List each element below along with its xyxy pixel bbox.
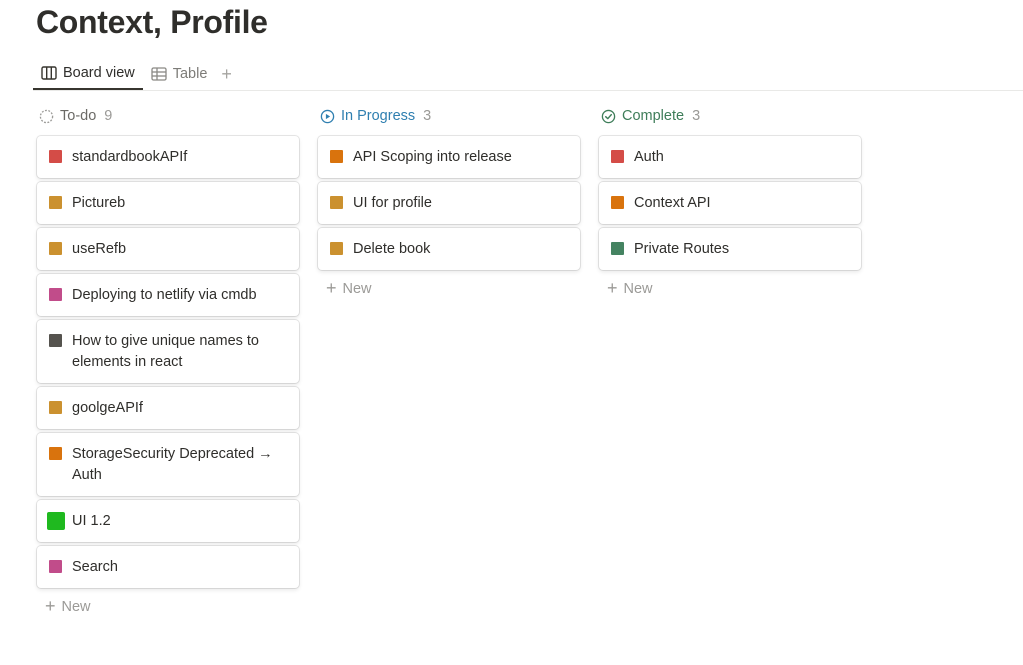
plus-icon: +: [45, 595, 56, 616]
color-square-icon: [49, 401, 62, 414]
card-title: API Scoping into release: [353, 149, 512, 165]
color-square-icon: [330, 242, 343, 255]
column-title: In Progress: [341, 108, 416, 124]
complete-status-icon: [601, 109, 616, 124]
new-label: New: [342, 281, 372, 297]
new-label: New: [61, 599, 91, 615]
card-title: Delete book: [353, 241, 431, 257]
board-card[interactable]: Auth: [599, 136, 861, 178]
column-header-in-progress: In Progress 3: [318, 104, 580, 128]
card-title: goolgeAPIf: [72, 400, 143, 416]
card-title: Context API: [634, 195, 711, 211]
card-title: StorageSecurity Deprecated → Auth: [72, 446, 273, 483]
color-square-icon: [611, 196, 624, 209]
color-square-icon: [330, 196, 343, 209]
color-square-icon: [611, 242, 624, 255]
tab-table[interactable]: Table: [143, 59, 216, 90]
color-square-icon: [611, 150, 624, 163]
new-card-button-in-progress[interactable]: + New: [318, 274, 580, 304]
column-todo: To-do 9 standardbookAPIf Pictureb useRefb D…: [37, 104, 299, 622]
card-title: Auth: [634, 149, 664, 165]
color-square-icon: [49, 196, 62, 209]
card-title: Pictureb: [72, 195, 126, 211]
card-title: UI 1.2: [72, 513, 111, 529]
color-square-icon: [47, 512, 65, 530]
color-square-icon: [49, 334, 62, 347]
new-card-button-complete[interactable]: + New: [599, 274, 861, 304]
column-in-progress: In Progress 3 API Scoping into release UI…: [318, 104, 580, 622]
todo-status-icon: [39, 109, 54, 124]
color-square-icon: [49, 560, 62, 573]
column-title: Complete: [622, 108, 685, 124]
column-count: 9: [104, 108, 113, 124]
card-title: Private Routes: [634, 241, 730, 257]
add-view-button[interactable]: +: [215, 64, 238, 85]
column-complete: Complete 3 Auth Context API Private Routes…: [599, 104, 861, 622]
board-card[interactable]: useRefb: [37, 228, 299, 270]
board-icon: [41, 66, 57, 80]
card-title: standardbookAPIf: [72, 149, 188, 165]
card-title: Deploying to netlify via cmdb: [72, 287, 257, 303]
plus-icon: +: [607, 277, 618, 298]
board: To-do 9 standardbookAPIf Pictureb useRefb D…: [37, 104, 861, 622]
card-title: UI for profile: [353, 195, 432, 211]
color-square-icon: [49, 447, 62, 460]
column-title: To-do: [60, 108, 97, 124]
board-card[interactable]: Private Routes: [599, 228, 861, 270]
column-header-complete: Complete 3: [599, 104, 861, 128]
board-card[interactable]: goolgeAPIf: [37, 387, 299, 429]
column-count: 3: [423, 108, 432, 124]
plus-icon: +: [326, 277, 337, 298]
board-card[interactable]: Deploying to netlify via cmdb: [37, 274, 299, 316]
board-card[interactable]: Search: [37, 546, 299, 588]
card-title: How to give unique names to elements in …: [72, 333, 259, 370]
color-square-icon: [49, 150, 62, 163]
column-count: 3: [692, 108, 701, 124]
view-tabs: Board view Table +: [33, 58, 1023, 91]
board-card[interactable]: UI for profile: [318, 182, 580, 224]
new-card-button-todo[interactable]: + New: [37, 592, 299, 622]
color-square-icon: [49, 242, 62, 255]
color-square-icon: [330, 150, 343, 163]
board-card[interactable]: Context API: [599, 182, 861, 224]
board-card[interactable]: Pictureb: [37, 182, 299, 224]
tab-board-view[interactable]: Board view: [33, 58, 143, 90]
new-label: New: [623, 281, 653, 297]
column-header-todo: To-do 9: [37, 104, 299, 128]
color-square-icon: [49, 288, 62, 301]
page-title: Context, Profile: [36, 4, 268, 40]
board-card[interactable]: standardbookAPIf: [37, 136, 299, 178]
card-title: useRefb: [72, 241, 127, 257]
card-title: Search: [72, 559, 118, 575]
tab-board-label: Board view: [63, 65, 135, 81]
board-card[interactable]: UI 1.2: [37, 500, 299, 542]
board-card[interactable]: How to give unique names to elements in …: [37, 320, 299, 383]
in-progress-status-icon: [320, 109, 335, 124]
board-card[interactable]: StorageSecurity Deprecated → Auth: [37, 433, 299, 496]
table-icon: [151, 67, 167, 81]
board-card[interactable]: Delete book: [318, 228, 580, 270]
board-card[interactable]: API Scoping into release: [318, 136, 580, 178]
tab-table-label: Table: [172, 66, 208, 82]
